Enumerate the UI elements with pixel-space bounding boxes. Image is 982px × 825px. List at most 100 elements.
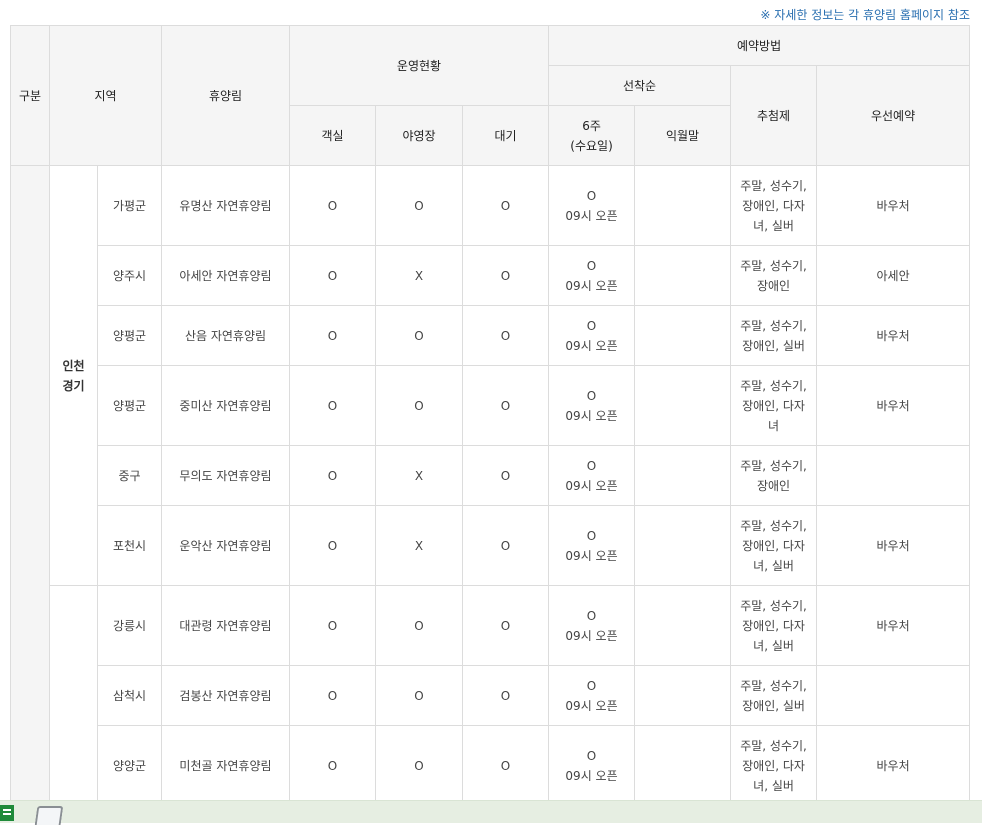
camping-cell: O bbox=[375, 165, 463, 246]
table-row: 인천 경기 가평군 유명산 자연휴양림 O O O O 09시 오픈 주말, 성… bbox=[10, 165, 971, 806]
forest-reservation-table: 구분 지역 휴양림 운영현황 예약방법 선착순 추첨제 우선예약 객실 야영장 … bbox=[10, 25, 971, 806]
header-forest: 휴양림 bbox=[161, 25, 290, 166]
header-lottery: 추첨제 bbox=[730, 65, 818, 166]
room-cell: O bbox=[289, 725, 376, 806]
room-cell: O bbox=[289, 165, 376, 246]
waiting-cell: O bbox=[461, 505, 550, 586]
header-reservation: 예약방법 bbox=[548, 25, 971, 66]
forest-name-cell[interactable]: 무의도 자연휴양림 bbox=[161, 445, 290, 506]
priority-cell: 바우처 bbox=[816, 725, 971, 806]
next-month-cell bbox=[634, 505, 732, 586]
table-row: 강릉시 대관령 자연휴양림 O O O O 09시 오픈 주말, 성수기, 장애… bbox=[11, 585, 971, 806]
waiting-cell: O bbox=[461, 665, 550, 726]
header-next-month: 익월말 bbox=[634, 105, 732, 166]
priority-cell bbox=[816, 445, 971, 506]
six-weeks-cell: O 09시 오픈 bbox=[548, 665, 636, 726]
room-cell: O bbox=[289, 365, 376, 446]
next-month-cell bbox=[634, 445, 732, 506]
lottery-cell: 주말, 성수기, 장애인, 다자 녀 bbox=[730, 365, 818, 446]
priority-cell: 바우처 bbox=[816, 305, 971, 366]
lottery-cell: 주말, 성수기, 장애인, 실버 bbox=[730, 305, 818, 366]
category-cell bbox=[10, 165, 50, 806]
district-cell: 양주시 bbox=[97, 245, 162, 306]
district-cell: 양평군 bbox=[97, 305, 162, 366]
room-cell: O bbox=[289, 305, 376, 366]
waiting-cell: O bbox=[461, 165, 550, 246]
six-weeks-cell: O 09시 오픈 bbox=[548, 305, 636, 366]
camping-cell: X bbox=[375, 245, 463, 306]
priority-cell: 바우처 bbox=[816, 585, 971, 666]
forest-name-cell[interactable]: 유명산 자연휴양림 bbox=[161, 165, 290, 246]
forest-name-cell[interactable]: 미천골 자연휴양림 bbox=[161, 725, 290, 806]
room-cell: O bbox=[289, 505, 376, 586]
six-weeks-cell: O 09시 오픈 bbox=[548, 445, 636, 506]
document-icon[interactable] bbox=[34, 806, 64, 825]
district-cell: 중구 bbox=[97, 445, 162, 506]
lottery-cell: 주말, 성수기, 장애인, 다자 녀, 실버 bbox=[730, 725, 818, 806]
lottery-cell: 주말, 성수기, 장애인 bbox=[730, 445, 818, 506]
forest-name-cell[interactable]: 산음 자연휴양림 bbox=[161, 305, 290, 366]
header-six-weeks: 6주 (수요일) bbox=[548, 105, 636, 166]
district-cell: 가평군 bbox=[97, 165, 162, 246]
table-row: 양평군 산음 자연휴양림 O O O O 09시 오픈 주말, 성수기, 장애인… bbox=[11, 305, 971, 366]
header-camping: 야영장 bbox=[375, 105, 463, 166]
lottery-cell: 주말, 성수기, 장애인, 다자 녀, 실버 bbox=[730, 505, 818, 586]
table-row: 양주시 아세안 자연휴양림 O X O O 09시 오픈 주말, 성수기, 장애… bbox=[11, 245, 971, 306]
priority-cell: 바우처 bbox=[816, 165, 971, 246]
header-first-come: 선착순 bbox=[548, 65, 732, 106]
forest-name-cell[interactable]: 대관령 자연휴양림 bbox=[161, 585, 290, 666]
district-cell: 삼척시 bbox=[97, 665, 162, 726]
room-cell: O bbox=[289, 445, 376, 506]
table-row: 삼척시 검봉산 자연휴양림 O O O O 09시 오픈 주말, 성수기, 장애… bbox=[11, 665, 971, 726]
table-row: 양양군 미천골 자연휴양림 O O O O 09시 오픈 주말, 성수기, 장애… bbox=[11, 725, 971, 806]
district-cell: 강릉시 bbox=[97, 585, 162, 666]
header-category: 구분 bbox=[10, 25, 50, 166]
waiting-cell: O bbox=[461, 305, 550, 366]
six-weeks-cell: O 09시 오픈 bbox=[548, 725, 636, 806]
six-weeks-cell: O 09시 오픈 bbox=[548, 245, 636, 306]
header-operation: 운영현황 bbox=[288, 25, 550, 106]
header-priority: 우선예약 bbox=[816, 65, 971, 166]
camping-cell: O bbox=[375, 585, 463, 666]
region-cell bbox=[49, 585, 98, 806]
table-row: 포천시 운악산 자연휴양림 O X O O 09시 오픈 주말, 성수기, 장애… bbox=[11, 505, 971, 586]
priority-cell: 아세안 bbox=[816, 245, 971, 306]
table-row: 양평군 중미산 자연휴양림 O O O O 09시 오픈 주말, 성수기, 장애… bbox=[11, 365, 971, 446]
six-weeks-cell: O 09시 오픈 bbox=[548, 365, 636, 446]
camping-cell: X bbox=[375, 445, 463, 506]
camping-cell: X bbox=[375, 505, 463, 586]
room-cell: O bbox=[289, 245, 376, 306]
reference-note[interactable]: ※ 자세한 정보는 각 휴양림 홈페이지 참조 bbox=[760, 6, 970, 23]
table-row: 중구 무의도 자연휴양림 O X O O 09시 오픈 주말, 성수기, 장애인 bbox=[11, 445, 971, 506]
lottery-cell: 주말, 성수기, 장애인, 실버 bbox=[730, 665, 818, 726]
next-month-cell bbox=[634, 585, 732, 666]
waiting-cell: O bbox=[461, 365, 550, 446]
next-month-cell bbox=[634, 165, 732, 246]
next-month-cell bbox=[634, 365, 732, 446]
next-month-cell bbox=[634, 245, 732, 306]
forest-name-cell[interactable]: 아세안 자연휴양림 bbox=[161, 245, 290, 306]
forest-name-cell[interactable]: 운악산 자연휴양림 bbox=[161, 505, 290, 586]
district-cell: 양평군 bbox=[97, 365, 162, 446]
next-month-cell bbox=[634, 665, 732, 726]
header-room: 객실 bbox=[289, 105, 376, 166]
camping-cell: O bbox=[375, 305, 463, 366]
priority-cell: 바우처 bbox=[816, 365, 971, 446]
priority-cell: 바우처 bbox=[816, 505, 971, 586]
district-cell: 양양군 bbox=[97, 725, 162, 806]
waiting-cell: O bbox=[461, 245, 550, 306]
spreadsheet-icon[interactable] bbox=[0, 805, 14, 821]
six-weeks-cell: O 09시 오픈 bbox=[548, 585, 636, 666]
forest-name-cell[interactable]: 검봉산 자연휴양림 bbox=[161, 665, 290, 726]
priority-cell bbox=[816, 665, 971, 726]
bottom-toolbar bbox=[0, 800, 982, 825]
forest-name-cell[interactable]: 중미산 자연휴양림 bbox=[161, 365, 290, 446]
header-waiting: 대기 bbox=[461, 105, 550, 166]
waiting-cell: O bbox=[461, 725, 550, 806]
room-cell: O bbox=[289, 585, 376, 666]
room-cell: O bbox=[289, 665, 376, 726]
lottery-cell: 주말, 성수기, 장애인 bbox=[730, 245, 818, 306]
six-weeks-cell: O 09시 오픈 bbox=[548, 165, 636, 246]
region-cell: 인천 경기 bbox=[49, 165, 98, 586]
six-weeks-cell: O 09시 오픈 bbox=[548, 505, 636, 586]
